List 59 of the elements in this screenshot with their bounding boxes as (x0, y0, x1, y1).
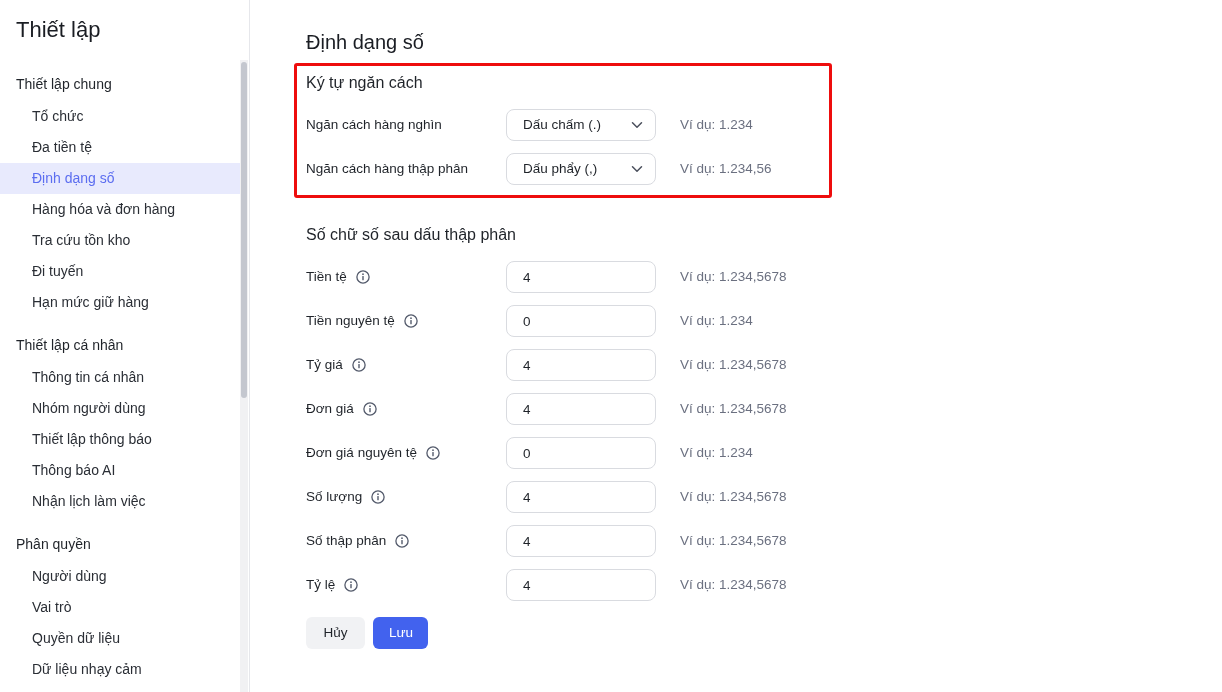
example-text: Ví dụ: 1.234,5678 (680, 267, 787, 286)
page-title: Định dạng số (306, 30, 425, 54)
sidebar-item[interactable]: Định dạng số (0, 163, 241, 194)
sidebar-item[interactable]: Quyền dữ liệu (0, 623, 241, 654)
scrollbar-track[interactable] (240, 60, 248, 692)
sidebar-title: Thiết lập (16, 16, 102, 44)
chevron-down-icon (631, 165, 643, 173)
field-label: Đơn giá (306, 399, 354, 418)
field-label: Đơn giá nguyên tệ (306, 443, 417, 462)
field-label: Tỷ giá (306, 355, 343, 374)
dropdown[interactable]: Dấu phẩy (,) (506, 153, 656, 185)
field-label: Ngăn cách hàng nghìn (306, 115, 442, 134)
sidebar-item[interactable]: Đa tiền tệ (0, 132, 241, 163)
field-label: Tiền tệ (306, 267, 347, 286)
example-text: Ví dụ: 1.234,5678 (680, 575, 787, 594)
sidebar-item[interactable]: Thông tin cá nhân (0, 362, 241, 393)
sidebar-item[interactable]: Tra cứu tồn kho (0, 225, 241, 256)
number-field[interactable]: 4 (506, 393, 656, 425)
number-field[interactable]: 4 (506, 349, 656, 381)
sidebar-item[interactable]: Vai trò (0, 592, 241, 623)
number-field[interactable]: 4 (506, 525, 656, 557)
cancel-button[interactable]: Hủy (306, 617, 365, 649)
sidebar-item[interactable]: Đi tuyến (0, 256, 241, 287)
sidebar-item[interactable]: Hàng hóa và đơn hàng (0, 194, 241, 225)
sidebar-item[interactable]: Người dùng (0, 561, 241, 592)
example-text: Ví dụ: 1.234,5678 (680, 355, 787, 374)
sidebar-group-heading: Phân quyền (15, 535, 92, 554)
field-label: Tỷ lệ (306, 575, 336, 594)
sidebar-item[interactable]: Nhận lịch làm việc (0, 486, 241, 517)
sidebar-item[interactable]: Nhóm người dùng (0, 393, 241, 424)
section-title: Số chữ số sau dấu thập phân (306, 225, 517, 245)
example-text: Ví dụ: 1.234,56 (680, 159, 772, 178)
save-button[interactable]: Lưu (373, 617, 428, 649)
sidebar-item[interactable]: Thiết lập thông báo (0, 424, 241, 455)
number-field[interactable]: 4 (506, 261, 656, 293)
scrollbar-thumb[interactable] (241, 62, 247, 398)
field-label: Ngăn cách hàng thập phân (306, 159, 469, 178)
chevron-down-icon (631, 121, 643, 129)
sidebar-item[interactable]: Tổ chức (0, 101, 241, 132)
dropdown[interactable]: Dấu chấm (.) (506, 109, 656, 141)
number-field[interactable]: 4 (506, 481, 656, 513)
sidebar-item[interactable]: Dữ liệu nhạy cảm (0, 654, 241, 685)
example-text: Ví dụ: 1.234 (680, 443, 753, 462)
section-title: Ký tự ngăn cách (306, 73, 424, 93)
sidebar-item[interactable]: Thông báo AI (0, 455, 241, 486)
number-field[interactable]: 0 (506, 305, 656, 337)
sidebar-group-heading: Thiết lập chung (15, 75, 113, 94)
sidebar-group-heading: Thiết lập cá nhân (15, 336, 125, 355)
example-text: Ví dụ: 1.234,5678 (680, 531, 787, 550)
field-label: Tiền nguyên tệ (306, 311, 395, 330)
number-field[interactable]: 0 (506, 437, 656, 469)
example-text: Ví dụ: 1.234,5678 (680, 487, 787, 506)
example-text: Ví dụ: 1.234,5678 (680, 399, 787, 418)
field-label: Số lượng (306, 487, 363, 506)
number-field[interactable]: 4 (506, 569, 656, 601)
field-label: Số thập phân (306, 531, 387, 550)
example-text: Ví dụ: 1.234 (680, 115, 753, 134)
example-text: Ví dụ: 1.234 (680, 311, 753, 330)
sidebar-item[interactable]: Hạn mức giữ hàng (0, 287, 241, 318)
